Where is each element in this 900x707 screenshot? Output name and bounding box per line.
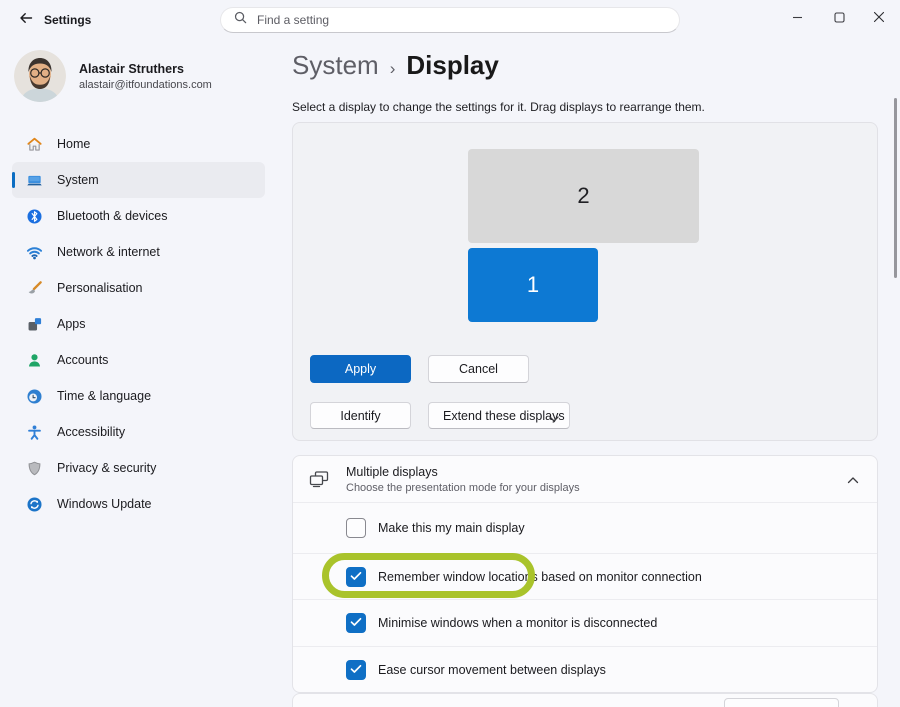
option-minimise-windows: Minimise windows when a monitor is disco…	[293, 600, 877, 646]
chevron-down-icon	[549, 412, 559, 426]
cancel-button[interactable]: Cancel	[428, 355, 529, 383]
sidebar-item-accessibility[interactable]: Accessibility	[12, 414, 265, 450]
sidebar-item-accounts[interactable]: Accounts	[12, 342, 265, 378]
maximize-button[interactable]	[824, 6, 854, 32]
minimise-windows-checkbox[interactable]	[346, 613, 366, 633]
profile-block[interactable]: Alastair Struthers alastair@itfoundation…	[14, 50, 212, 102]
breadcrumb-separator: ›	[390, 59, 396, 79]
profile-name: Alastair Struthers	[79, 62, 212, 76]
sidebar-item-label: Time & language	[57, 389, 151, 403]
back-button[interactable]	[14, 9, 38, 31]
option-make-main-display: Make this my main display	[293, 503, 877, 553]
close-button[interactable]	[864, 6, 894, 32]
sidebar-nav: Home System Bluetooth & devices Network …	[12, 126, 265, 522]
apply-button[interactable]: Apply	[310, 355, 411, 383]
cancel-label: Cancel	[459, 362, 498, 376]
option-remember-window-locations: Remember window locations based on monit…	[293, 554, 877, 599]
sidebar-item-personalisation[interactable]: Personalisation	[12, 270, 265, 306]
check-icon	[350, 661, 362, 679]
make-main-display-checkbox[interactable]	[346, 518, 366, 538]
option-label: Make this my main display	[378, 521, 525, 535]
multiple-displays-title: Multiple displays	[346, 465, 580, 479]
multiple-displays-subtitle: Choose the presentation mode for your di…	[346, 482, 580, 494]
breadcrumb: System › Display	[292, 50, 499, 81]
apply-label: Apply	[345, 362, 376, 376]
display-mode-dropdown[interactable]: Extend these displays	[428, 402, 570, 429]
main-content: System › Display Select a display to cha…	[290, 40, 900, 707]
app-title: Settings	[44, 13, 91, 27]
sidebar-item-label: Windows Update	[57, 497, 152, 511]
maximize-icon	[834, 10, 845, 28]
search-placeholder: Find a setting	[257, 13, 329, 27]
minimize-icon	[792, 10, 803, 28]
time-language-icon	[26, 388, 43, 405]
sidebar-item-windows-update[interactable]: Windows Update	[12, 486, 265, 522]
multiple-displays-header[interactable]: Multiple displays Choose the presentatio…	[293, 456, 877, 502]
display-mode-label: Extend these displays	[443, 409, 565, 423]
check-icon	[350, 568, 362, 586]
chevron-up-icon[interactable]	[847, 472, 859, 490]
remember-window-locations-checkbox[interactable]	[346, 567, 366, 587]
monitor-1[interactable]: 1	[468, 248, 598, 322]
multiple-displays-card: Multiple displays Choose the presentatio…	[292, 455, 878, 693]
personalisation-icon	[26, 280, 43, 297]
sidebar-item-label: Personalisation	[57, 281, 142, 295]
option-ease-cursor: Ease cursor movement between displays	[293, 647, 877, 692]
monitor-1-number: 1	[527, 272, 539, 298]
profile-email: alastair@itfoundations.com	[79, 79, 212, 91]
accounts-icon	[26, 352, 43, 369]
back-arrow-icon	[18, 10, 34, 31]
check-icon	[350, 614, 362, 632]
windows-update-icon	[26, 496, 43, 513]
search-icon	[233, 10, 248, 30]
option-label: Remember window locations based on monit…	[378, 570, 702, 584]
sidebar-item-label: Accessibility	[57, 425, 125, 439]
option-label: Minimise windows when a monitor is disco…	[378, 616, 657, 630]
close-icon	[873, 10, 885, 28]
sidebar-item-home[interactable]: Home	[12, 126, 265, 162]
sidebar-item-bluetooth[interactable]: Bluetooth & devices	[12, 198, 265, 234]
sidebar-item-label: Apps	[57, 317, 86, 331]
vertical-scrollbar-thumb[interactable]	[894, 98, 897, 278]
identify-button[interactable]: Identify	[310, 402, 411, 429]
monitor-2[interactable]: 2	[468, 149, 699, 243]
settings-window: Settings Find a setting	[0, 0, 900, 707]
ease-cursor-checkbox[interactable]	[346, 660, 366, 680]
home-icon	[26, 136, 43, 153]
partial-button[interactable]	[724, 698, 839, 707]
page-description: Select a display to change the settings …	[292, 100, 705, 114]
sidebar-item-system[interactable]: System	[12, 162, 265, 198]
page-title: Display	[406, 50, 499, 81]
breadcrumb-system[interactable]: System	[292, 50, 379, 81]
sidebar-item-label: System	[57, 173, 99, 187]
avatar	[14, 50, 66, 102]
display-arrangement-card: 2 1 Apply Cancel Identify Extend these d…	[292, 122, 878, 441]
sidebar-item-network[interactable]: Network & internet	[12, 234, 265, 270]
monitor-2-number: 2	[577, 183, 589, 209]
sidebar-item-time-language[interactable]: Time & language	[12, 378, 265, 414]
option-label: Ease cursor movement between displays	[378, 663, 606, 677]
sidebar-item-label: Privacy & security	[57, 461, 156, 475]
sidebar-item-privacy[interactable]: Privacy & security	[12, 450, 265, 486]
identify-label: Identify	[340, 409, 380, 423]
next-settings-card-partial	[292, 693, 878, 707]
multiple-displays-icon	[307, 469, 331, 489]
apps-icon	[26, 316, 43, 333]
network-icon	[26, 244, 43, 261]
sidebar-item-label: Bluetooth & devices	[57, 209, 168, 223]
sidebar-item-label: Network & internet	[57, 245, 160, 259]
sidebar-item-apps[interactable]: Apps	[12, 306, 265, 342]
accessibility-icon	[26, 424, 43, 441]
system-icon	[26, 172, 43, 189]
sidebar-item-label: Accounts	[57, 353, 108, 367]
bluetooth-icon	[26, 208, 43, 225]
search-input[interactable]: Find a setting	[220, 7, 680, 33]
privacy-shield-icon	[26, 460, 43, 477]
titlebar: Settings Find a setting	[0, 0, 900, 40]
minimize-button[interactable]	[782, 6, 812, 32]
sidebar-item-label: Home	[57, 137, 90, 151]
sidebar: Alastair Struthers alastair@itfoundation…	[0, 40, 280, 707]
